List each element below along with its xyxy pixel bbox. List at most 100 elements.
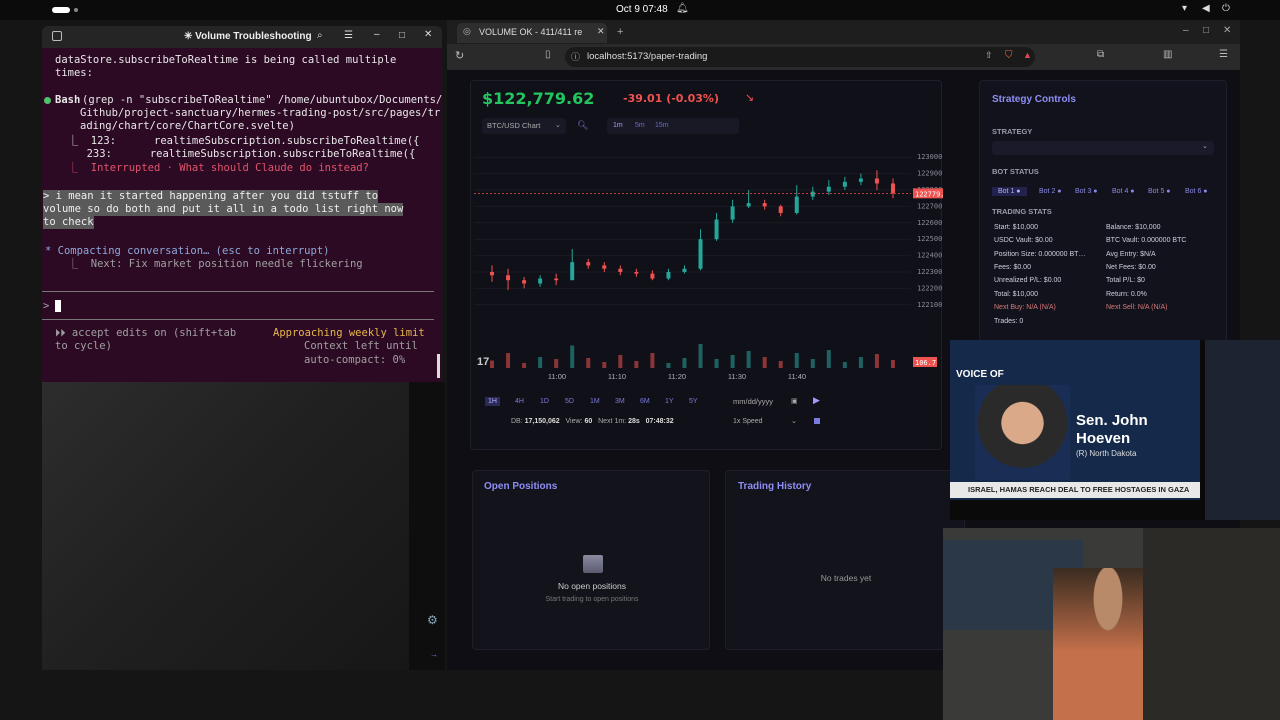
range-1d[interactable]: 1D (540, 398, 549, 405)
new-tab-button[interactable]: + (617, 26, 623, 38)
rewards-icon[interactable]: ▲ (1023, 50, 1032, 60)
y-tick-label: 122900.00 (917, 170, 943, 178)
timeframe-15m[interactable]: 15m (655, 122, 669, 129)
timeframe-5m[interactable]: 5m (635, 122, 645, 129)
range-4h[interactable]: 4H (515, 398, 524, 405)
webcam-shelf (1143, 528, 1280, 720)
terminal-titlebar[interactable]: ✳ Volume Troubleshooting ⌕ ☰ – □ ✕ (42, 26, 442, 48)
bot-2-button[interactable]: Bot 2 ● (1039, 188, 1062, 195)
info-icon[interactable]: ⓘ (571, 50, 580, 63)
volume-bar (858, 357, 863, 368)
maximize-icon[interactable]: □ (399, 30, 405, 41)
stat-balance: Balance: $10,000 (1106, 224, 1161, 231)
bot-4-button[interactable]: Bot 4 ● (1112, 188, 1135, 195)
arrow-icon[interactable]: → (430, 650, 438, 659)
bot-3-button[interactable]: Bot 3 ● (1075, 188, 1098, 195)
chevron-down-icon: ⌄ (555, 122, 561, 129)
volume-bar (490, 360, 495, 368)
range-bar: 1H 4H 1D 5D 1M 3M 6M 1Y 5Y (485, 393, 725, 411)
volume-bar (522, 363, 527, 368)
network-icon[interactable]: ▾ (1182, 3, 1187, 14)
new-tab-icon[interactable] (52, 31, 62, 41)
stat-return: Return: 0.0% (1106, 291, 1147, 298)
search-icon[interactable]: ⌕ (317, 30, 323, 41)
range-3m[interactable]: 3M (615, 398, 625, 405)
play-icon[interactable]: ▶ (813, 395, 820, 406)
bookmark-icon[interactable]: ▯ (545, 49, 551, 60)
maximize-icon[interactable]: □ (1203, 25, 1209, 36)
candle-body (746, 203, 751, 207)
close-tab-icon[interactable]: ✕ (597, 26, 605, 37)
sidebar-icon[interactable]: ▥ (1163, 49, 1172, 60)
y-tick-label: 122500.00 (917, 235, 943, 243)
candle-body (714, 219, 719, 240)
activities-indicator[interactable] (52, 7, 70, 13)
close-icon[interactable]: ✕ (424, 29, 432, 40)
timeframe-1m[interactable]: 1m (613, 122, 623, 129)
trading-stats-label: TRADING STATS (992, 207, 1052, 216)
chart-select[interactable]: BTC/USD Chart ⌄ (482, 118, 566, 134)
calendar-icon[interactable]: ▣ (791, 397, 798, 405)
workspace-dot[interactable] (74, 8, 78, 12)
volume-icon[interactable]: ◀ (1202, 3, 1210, 14)
y-tick-label: 122200.00 (917, 284, 943, 292)
range-5d[interactable]: 5D (565, 398, 574, 405)
candlestick-chart[interactable]: 123000.00122900.00122800.00122700.001226… (471, 143, 943, 383)
settings-icon[interactable]: ⚙ (427, 613, 438, 627)
bash-label: Bash (55, 94, 81, 106)
range-1y[interactable]: 1Y (665, 398, 674, 405)
stat-next-sell: Next Sell: N/A (N/A) (1106, 304, 1168, 311)
minimize-icon[interactable]: – (1183, 25, 1189, 36)
volume-bar (682, 358, 687, 368)
stat-total-pl: Total P/L: $0 (1106, 277, 1145, 284)
chevron-down-icon: ⌄ (791, 418, 797, 425)
stop-icon[interactable] (814, 418, 820, 424)
db-count: 17,150,062 (524, 418, 560, 425)
address-bar[interactable]: ⓘ localhost:5173/paper-trading ⇧ ⛉ ▲ (565, 47, 1035, 67)
view-label: View: (565, 418, 583, 425)
chevron-down-icon: ⌄ (1202, 143, 1208, 150)
share-icon[interactable]: ⇧ (985, 50, 993, 61)
tab-title: VOLUME OK - 411/411 re (479, 27, 583, 37)
strategy-select[interactable]: ⌄ (992, 141, 1214, 155)
stat-avg-entry: Avg Entry: $N/A (1106, 251, 1156, 258)
input-cursor[interactable] (55, 300, 61, 312)
range-1h[interactable]: 1H (485, 397, 500, 406)
speed-select[interactable]: 1x Speed ⌄ (729, 416, 801, 430)
power-icon[interactable]: ⏻ (1222, 3, 1230, 14)
next-countdown: 28s (628, 418, 640, 425)
stat-start: Start: $10,000 (994, 224, 1038, 231)
clock[interactable]: Oct 9 07:48 (616, 4, 668, 15)
range-5y[interactable]: 5Y (689, 398, 698, 405)
close-icon[interactable]: ✕ (1223, 25, 1231, 36)
bot-6-button[interactable]: Bot 6 ● (1185, 188, 1208, 195)
stat-btc-vault: BTC Vault: 0.000000 BTC (1106, 237, 1187, 244)
date-placeholder: mm/dd/yyyy (733, 397, 774, 406)
browser-tab[interactable]: ◎ VOLUME OK - 411/411 re ✕ (457, 23, 607, 43)
bot-5-button[interactable]: Bot 5 ● (1148, 188, 1171, 195)
bot-1-button[interactable]: Bot 1 ● (992, 187, 1027, 196)
date-input[interactable]: mm/dd/yyyy ▣ (729, 394, 801, 410)
candle-body (858, 178, 863, 182)
extensions-icon[interactable]: ⧉ (1097, 49, 1104, 60)
divider (42, 319, 434, 320)
terminal-window[interactable]: ✳ Volume Troubleshooting ⌕ ☰ – □ ✕ dataS… (42, 26, 442, 382)
volume-bar (730, 355, 735, 368)
output-line: dataStore.subscribeToRealtime is being c… (55, 54, 397, 66)
scrollbar[interactable] (437, 354, 440, 378)
context-left: Context left until (304, 340, 418, 352)
candle-body (570, 262, 575, 281)
bell-icon[interactable]: 🔔︎ (676, 3, 689, 14)
news-label: VOICE OF (956, 369, 1004, 380)
minimize-icon[interactable]: – (374, 29, 380, 40)
brave-shield-icon[interactable]: ⛉ (1005, 50, 1013, 61)
menu-icon[interactable]: ☰ (1219, 49, 1228, 60)
menu-icon[interactable]: ☰ (344, 30, 353, 41)
reload-icon[interactable]: ↻ (455, 49, 464, 62)
candle-body (522, 280, 527, 284)
user-message: volume so do both and put it all in a to… (43, 203, 404, 216)
range-6m[interactable]: 6M (640, 398, 650, 405)
search-icon[interactable]: 🔍︎ (577, 120, 588, 131)
range-1m[interactable]: 1M (590, 398, 600, 405)
news-video[interactable]: VOICE OF Sen. John Hoeven (R) North Dako… (950, 340, 1280, 520)
